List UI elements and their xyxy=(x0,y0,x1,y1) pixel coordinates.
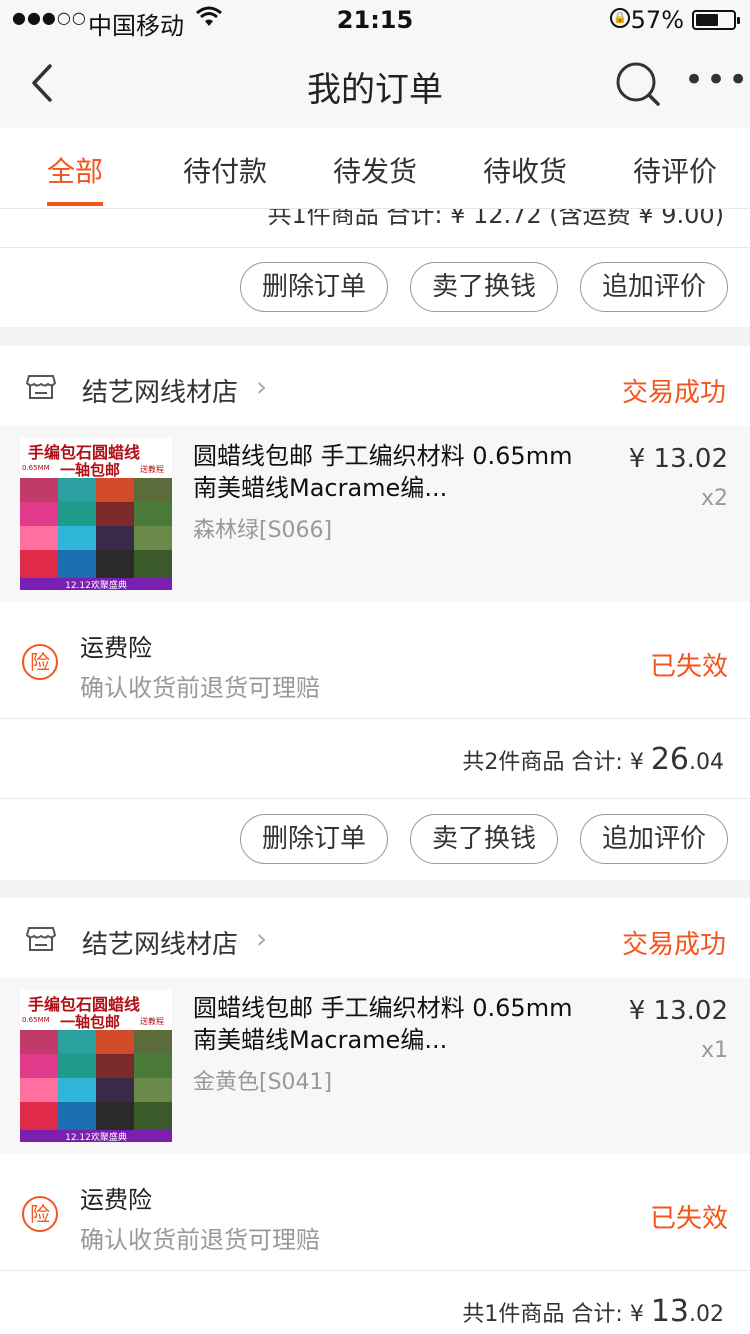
insurance-subtitle: 确认收货前退货可理赔 xyxy=(80,1226,320,1254)
tab-pending-review[interactable]: 待评价 xyxy=(600,150,750,190)
tab-pending-payment[interactable]: 待付款 xyxy=(150,150,300,190)
order-status: 交易成功 xyxy=(621,378,726,408)
order-card-bottom: 险 运费险 确认收货前退货可理赔 已失效 共1件商品 合计: ¥ 13.02 xyxy=(0,1154,750,1334)
insurance-status: 已失效 xyxy=(649,1204,728,1234)
insurance-icon: 险 xyxy=(22,644,58,680)
product-thumbnail[interactable]: 手编包石圆蜡线 一轴包邮 0.65MM 送教程 12.12欢聚盛典 xyxy=(20,438,172,590)
insurance-subtitle: 确认收货前退货可理赔 xyxy=(80,674,320,702)
product-quantity: x1 xyxy=(700,1038,728,1063)
insurance-title: 运费险 xyxy=(80,634,152,662)
product-title[interactable]: 圆蜡线包邮 手工编织材料 0.65mm 南美蜡线Macrame编... xyxy=(193,440,573,504)
order-tabs: 全部 待付款 待发货 待收货 待评价 xyxy=(0,128,750,209)
product-price: ¥ 13.02 xyxy=(628,444,728,474)
thumb-tag: 送教程 xyxy=(140,1016,164,1026)
tab-pending-shipment[interactable]: 待发货 xyxy=(300,150,450,190)
delete-order-button[interactable]: 删除订单 xyxy=(240,262,388,312)
thumb-banner: 手编包石圆蜡线 xyxy=(28,443,140,462)
product-sku: 金黄色[S041] xyxy=(193,1070,333,1095)
resell-button[interactable]: 卖了换钱 xyxy=(410,262,558,312)
add-review-button[interactable]: 追加评价 xyxy=(580,814,728,864)
insurance-title: 运费险 xyxy=(80,1186,152,1214)
order-status: 交易成功 xyxy=(621,930,726,960)
delete-order-button[interactable]: 删除订单 xyxy=(240,814,388,864)
navigation-bar: 我的订单 ••• xyxy=(0,40,750,128)
battery-icon xyxy=(692,10,740,30)
status-bar: ●●●○○ 中国移动 21:15 🔒 57% xyxy=(0,0,750,40)
thumb-tag: 送教程 xyxy=(140,464,164,474)
add-review-button[interactable]: 追加评价 xyxy=(580,262,728,312)
thumb-bottom: 12.12欢聚盛典 xyxy=(65,579,127,590)
product-row[interactable]: 手编包石圆蜡线 一轴包邮 0.65MM 送教程 12.12欢聚盛典 圆蜡线包邮 … xyxy=(0,426,750,602)
store-icon xyxy=(25,374,57,400)
product-title[interactable]: 圆蜡线包邮 手工编织材料 0.65mm 南美蜡线Macrame编... xyxy=(193,992,573,1056)
product-price: ¥ 13.02 xyxy=(628,996,728,1026)
product-thumbnail[interactable]: 手编包石圆蜡线 一轴包邮 0.65MM 送教程 12.12欢聚盛典 xyxy=(20,990,172,1142)
thumb-banner: 手编包石圆蜡线 xyxy=(28,995,140,1014)
product-row[interactable]: 手编包石圆蜡线 一轴包邮 0.65MM 送教程 12.12欢聚盛典 圆蜡线包邮 … xyxy=(0,978,750,1154)
thumb-banner2: 一轴包邮 xyxy=(60,461,120,479)
insurance-status: 已失效 xyxy=(649,652,728,682)
order-card-bottom: 险 运费险 确认收货前退货可理赔 已失效 共2件商品 合计: ¥ 26.04 删… xyxy=(0,602,750,880)
chevron-right-icon[interactable]: › xyxy=(256,922,267,955)
thumb-bottom: 12.12欢聚盛典 xyxy=(65,1131,127,1142)
search-icon[interactable] xyxy=(612,58,664,110)
rotation-lock-icon: 🔒 xyxy=(610,8,630,28)
thumb-banner2: 一轴包邮 xyxy=(60,1013,120,1031)
tab-all[interactable]: 全部 xyxy=(0,150,150,190)
thumb-spec: 0.65MM xyxy=(22,1016,50,1024)
product-quantity: x2 xyxy=(700,486,728,511)
more-icon[interactable]: ••• xyxy=(684,60,750,100)
resell-button[interactable]: 卖了换钱 xyxy=(410,814,558,864)
order-summary: 共1件商品 合计: ¥ 13.02 xyxy=(462,1294,724,1329)
insurance-icon: 险 xyxy=(22,1196,58,1232)
order-card: 结艺网线材店 › 交易成功 xyxy=(0,898,750,978)
tab-pending-receipt[interactable]: 待收货 xyxy=(450,150,600,190)
order-summary: 共2件商品 合计: ¥ 26.04 xyxy=(462,742,724,777)
chevron-right-icon[interactable]: › xyxy=(256,370,267,403)
battery-percent: 57% xyxy=(630,6,684,34)
active-tab-indicator xyxy=(47,202,103,206)
store-icon xyxy=(25,926,57,952)
store-name[interactable]: 结艺网线材店 xyxy=(82,924,238,961)
order-card-partial: 共1件商品 合计: ¥ 12.72 (含运费 ¥ 9.00) 删除订单 卖了换钱… xyxy=(0,209,750,327)
product-sku: 森林绿[S066] xyxy=(193,518,333,543)
store-name[interactable]: 结艺网线材店 xyxy=(82,372,238,409)
order-summary: 共1件商品 合计: ¥ 12.72 (含运费 ¥ 9.00) xyxy=(267,209,724,229)
thumb-spec: 0.65MM xyxy=(22,464,50,472)
